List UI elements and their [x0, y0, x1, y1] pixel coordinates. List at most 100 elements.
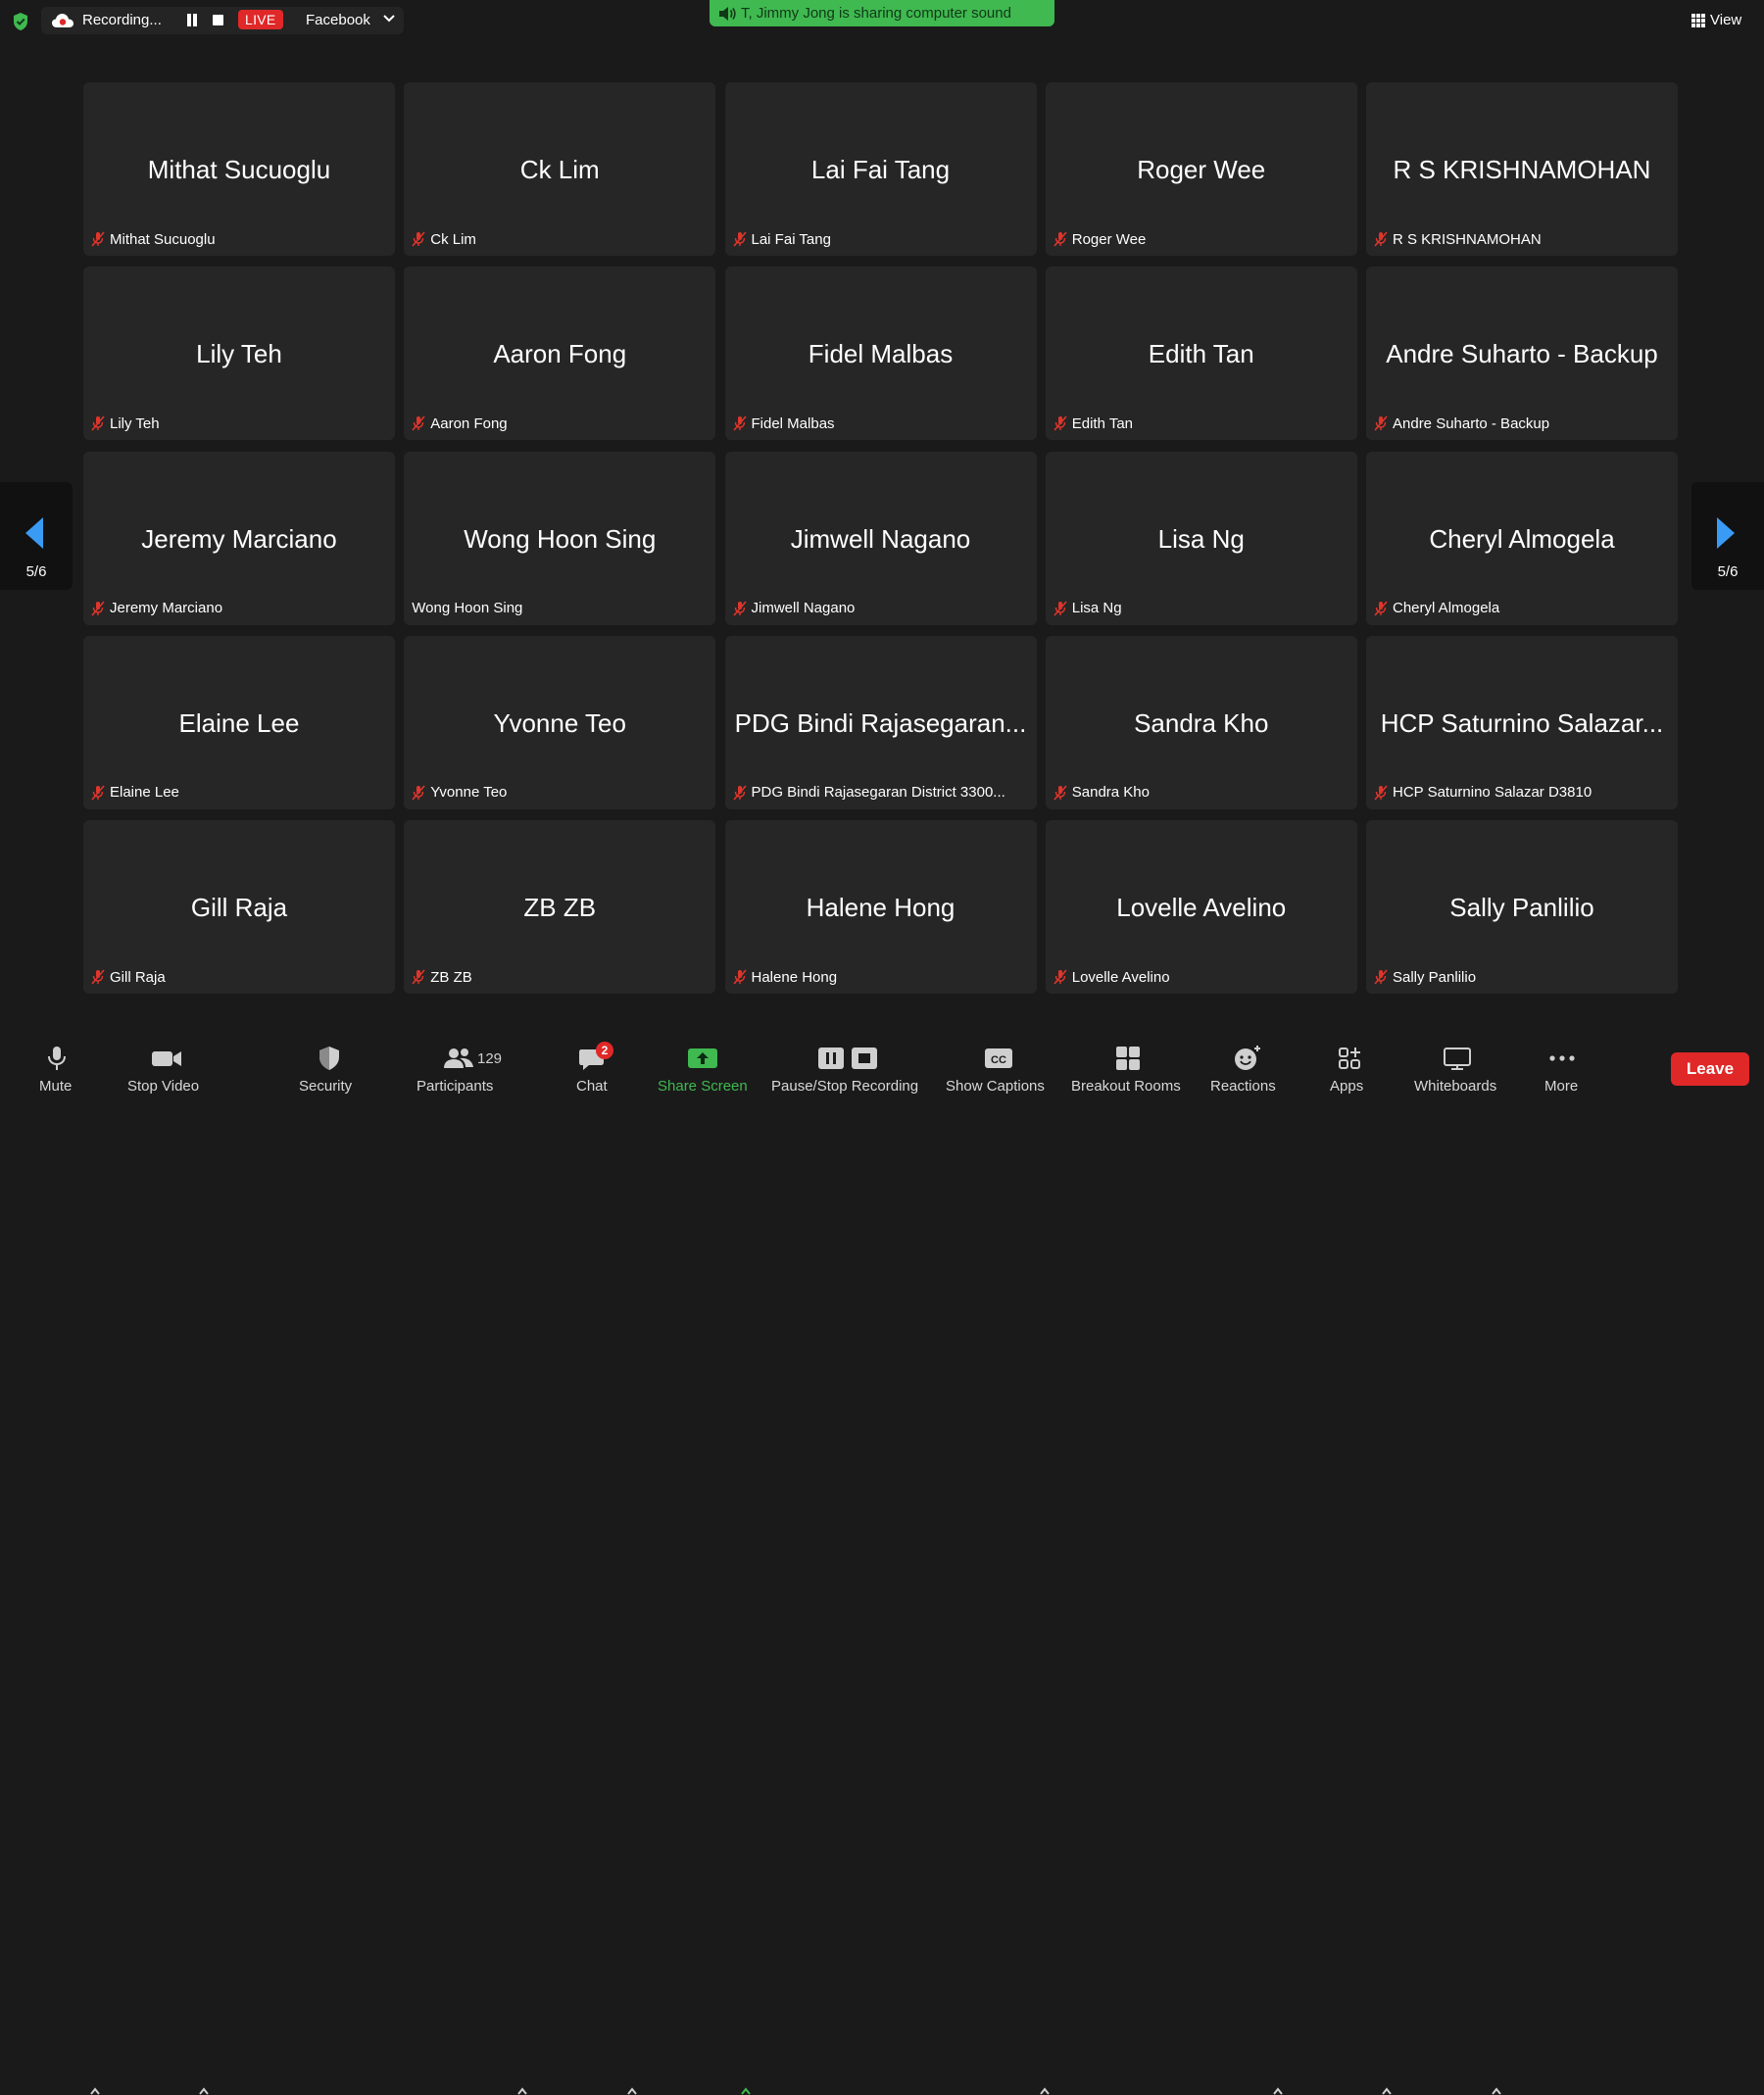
show-captions-label: Show Captions	[946, 1078, 1045, 1095]
chat-label: Chat	[576, 1078, 608, 1095]
caret-up-icon[interactable]	[740, 2087, 752, 2095]
participant-tile[interactable]: Mithat Sucuoglu Mithat Sucuoglu	[83, 82, 395, 256]
microphone-muted-icon	[1054, 600, 1067, 616]
participant-display-name: Mithat Sucuoglu	[147, 155, 331, 184]
microphone-muted-icon	[1374, 415, 1388, 431]
pause-recording-icon[interactable]	[186, 14, 198, 26]
sharing-sound-banner[interactable]: T, Jimmy Jong is sharing computer sound	[710, 0, 1054, 26]
pause-stop-recording-button[interactable]: Pause/Stop Recording	[770, 1037, 927, 1102]
caret-up-icon[interactable]	[1039, 2087, 1051, 2095]
caret-up-icon[interactable]	[1272, 2087, 1284, 2095]
microphone-muted-icon	[91, 969, 105, 985]
chat-button[interactable]: 2 Chat	[572, 1037, 621, 1102]
more-label: More	[1544, 1078, 1579, 1095]
participant-name-text: Mithat Sucuoglu	[110, 230, 216, 248]
participant-tile[interactable]: Cheryl Almogela Cheryl Almogela	[1366, 451, 1678, 625]
participant-display-name: Elaine Lee	[178, 707, 300, 738]
sharing-sound-text: T, Jimmy Jong is sharing computer sound	[741, 5, 1011, 22]
caret-up-icon[interactable]	[1381, 2087, 1393, 2095]
participants-button[interactable]: 129 Participants	[416, 1037, 504, 1102]
caret-up-icon[interactable]	[1491, 2087, 1502, 2095]
participant-tile[interactable]: Lovelle Avelino Lovelle Avelino	[1045, 820, 1357, 994]
participant-name-label: Jeremy Marciano	[91, 598, 222, 619]
shield-check-icon[interactable]	[12, 12, 29, 31]
participant-tile[interactable]: Edith Tan Edith Tan	[1045, 267, 1357, 441]
participant-name-text: Sandra Kho	[1071, 784, 1150, 802]
chat-badge: 2	[596, 1042, 613, 1059]
participant-name-label: Andre Suharto - Backup	[1374, 413, 1549, 434]
pause-stop-recording-icon	[818, 1048, 877, 1069]
participant-tile[interactable]: Sandra Kho Sandra Kho	[1045, 635, 1357, 809]
stop-recording-icon[interactable]	[213, 15, 223, 25]
view-label: View	[1710, 12, 1742, 28]
participant-name-text: Lisa Ng	[1071, 600, 1122, 616]
participant-tile[interactable]: R S KRISHNAMOHAN R S KRISHNAMOHAN	[1366, 82, 1678, 256]
participant-tile[interactable]: Fidel Malbas Fidel Malbas	[724, 267, 1037, 441]
participant-tile[interactable]: ZB ZB ZB ZB	[404, 820, 716, 994]
apps-label: Apps	[1330, 1078, 1364, 1095]
participant-tile[interactable]: Aaron Fong Aaron Fong	[404, 267, 716, 441]
microphone-muted-icon	[732, 231, 747, 247]
participant-tile[interactable]: Elaine Lee Elaine Lee	[83, 635, 395, 809]
arrow-left-icon	[25, 517, 43, 549]
stop-video-button[interactable]: Stop Video	[123, 1037, 218, 1102]
participant-tile[interactable]: Jeremy Marciano Jeremy Marciano	[83, 451, 395, 625]
participant-tile[interactable]: PDG Bindi Rajasegaran... PDG Bindi Rajase…	[724, 635, 1037, 809]
mute-button[interactable]: Mute	[29, 1037, 112, 1102]
microphone-muted-icon	[1374, 600, 1388, 616]
participant-name-label: Roger Wee	[1054, 228, 1146, 250]
participant-tile[interactable]: Wong Hoon Sing Wong Hoon Sing	[404, 451, 716, 625]
participant-tile[interactable]: Roger Wee Roger Wee	[1045, 82, 1357, 256]
participant-name-label: Lily Teh	[91, 413, 160, 434]
cloud-recording-icon	[52, 14, 74, 27]
participant-display-name: Lovelle Avelino	[1116, 893, 1287, 922]
participant-tile[interactable]: HCP Saturnino Salazar... HCP Saturnino Sa…	[1366, 635, 1678, 809]
participants-count: 129	[477, 1050, 503, 1067]
microphone-muted-icon	[91, 600, 105, 616]
participant-name-label: Fidel Malbas	[732, 413, 835, 434]
share-screen-button[interactable]: Share Screen	[657, 1037, 755, 1102]
participant-tile[interactable]: Lisa Ng Lisa Ng	[1045, 451, 1357, 625]
participant-tile[interactable]: Lily Teh Lily Teh	[83, 267, 395, 441]
participant-name-text: Lily Teh	[110, 414, 160, 432]
participant-tile[interactable]: Jimwell Nagano Jimwell Nagano	[724, 451, 1037, 625]
breakout-rooms-button[interactable]: Breakout Rooms	[1070, 1037, 1188, 1102]
microphone-muted-icon	[1054, 231, 1067, 247]
participant-tile[interactable]: Andre Suharto - Backup Andre Suharto - Ba…	[1366, 267, 1678, 441]
leave-button[interactable]: Leave	[1671, 1052, 1749, 1086]
whiteboard-icon	[1444, 1048, 1471, 1070]
participant-tile[interactable]: Sally Panlilio Sally Panlilio	[1366, 820, 1678, 994]
participant-display-name: Sandra Kho	[1134, 707, 1269, 738]
participant-display-name: Halene Hong	[806, 893, 956, 922]
more-dots-icon	[1549, 1055, 1575, 1061]
stream-target-label[interactable]: Facebook	[306, 12, 370, 28]
next-page-button[interactable]: 5/6	[1691, 482, 1764, 590]
reactions-button[interactable]: Reactions	[1209, 1037, 1284, 1102]
more-button[interactable]: More	[1543, 1037, 1582, 1102]
security-button[interactable]: Security	[294, 1037, 363, 1102]
show-captions-button[interactable]: CC Show Captions	[945, 1037, 1053, 1102]
chevron-down-icon[interactable]	[382, 14, 396, 24]
participant-name-text: Aaron Fong	[430, 414, 508, 432]
speaker-icon	[719, 7, 736, 21]
microphone-muted-icon	[1054, 969, 1067, 985]
participant-tile[interactable]: Gill Raja Gill Raja	[83, 820, 395, 994]
share-screen-label: Share Screen	[658, 1078, 748, 1095]
caret-up-icon[interactable]	[626, 2087, 638, 2095]
caret-up-icon[interactable]	[89, 2087, 101, 2095]
participant-name-text: HCP Saturnino Salazar D3810	[1393, 784, 1592, 802]
microphone-muted-icon	[91, 415, 105, 431]
microphone-muted-icon	[732, 600, 747, 616]
participant-tile[interactable]: Halene Hong Halene Hong	[724, 820, 1037, 994]
participant-tile[interactable]: Ck Lim Ck Lim	[404, 82, 716, 256]
live-badge[interactable]: LIVE	[238, 10, 283, 29]
caret-up-icon[interactable]	[198, 2087, 210, 2095]
apps-button[interactable]: Apps	[1329, 1037, 1372, 1102]
microphone-muted-icon	[91, 231, 105, 247]
previous-page-button[interactable]: 5/6	[0, 482, 73, 590]
caret-up-icon[interactable]	[516, 2087, 528, 2095]
participant-display-name: Yvonne Teo	[493, 707, 626, 738]
participant-tile[interactable]: Yvonne Teo Yvonne Teo	[404, 635, 716, 809]
whiteboards-button[interactable]: Whiteboards	[1413, 1037, 1501, 1102]
participant-tile[interactable]: Lai Fai Tang Lai Fai Tang	[724, 82, 1037, 256]
